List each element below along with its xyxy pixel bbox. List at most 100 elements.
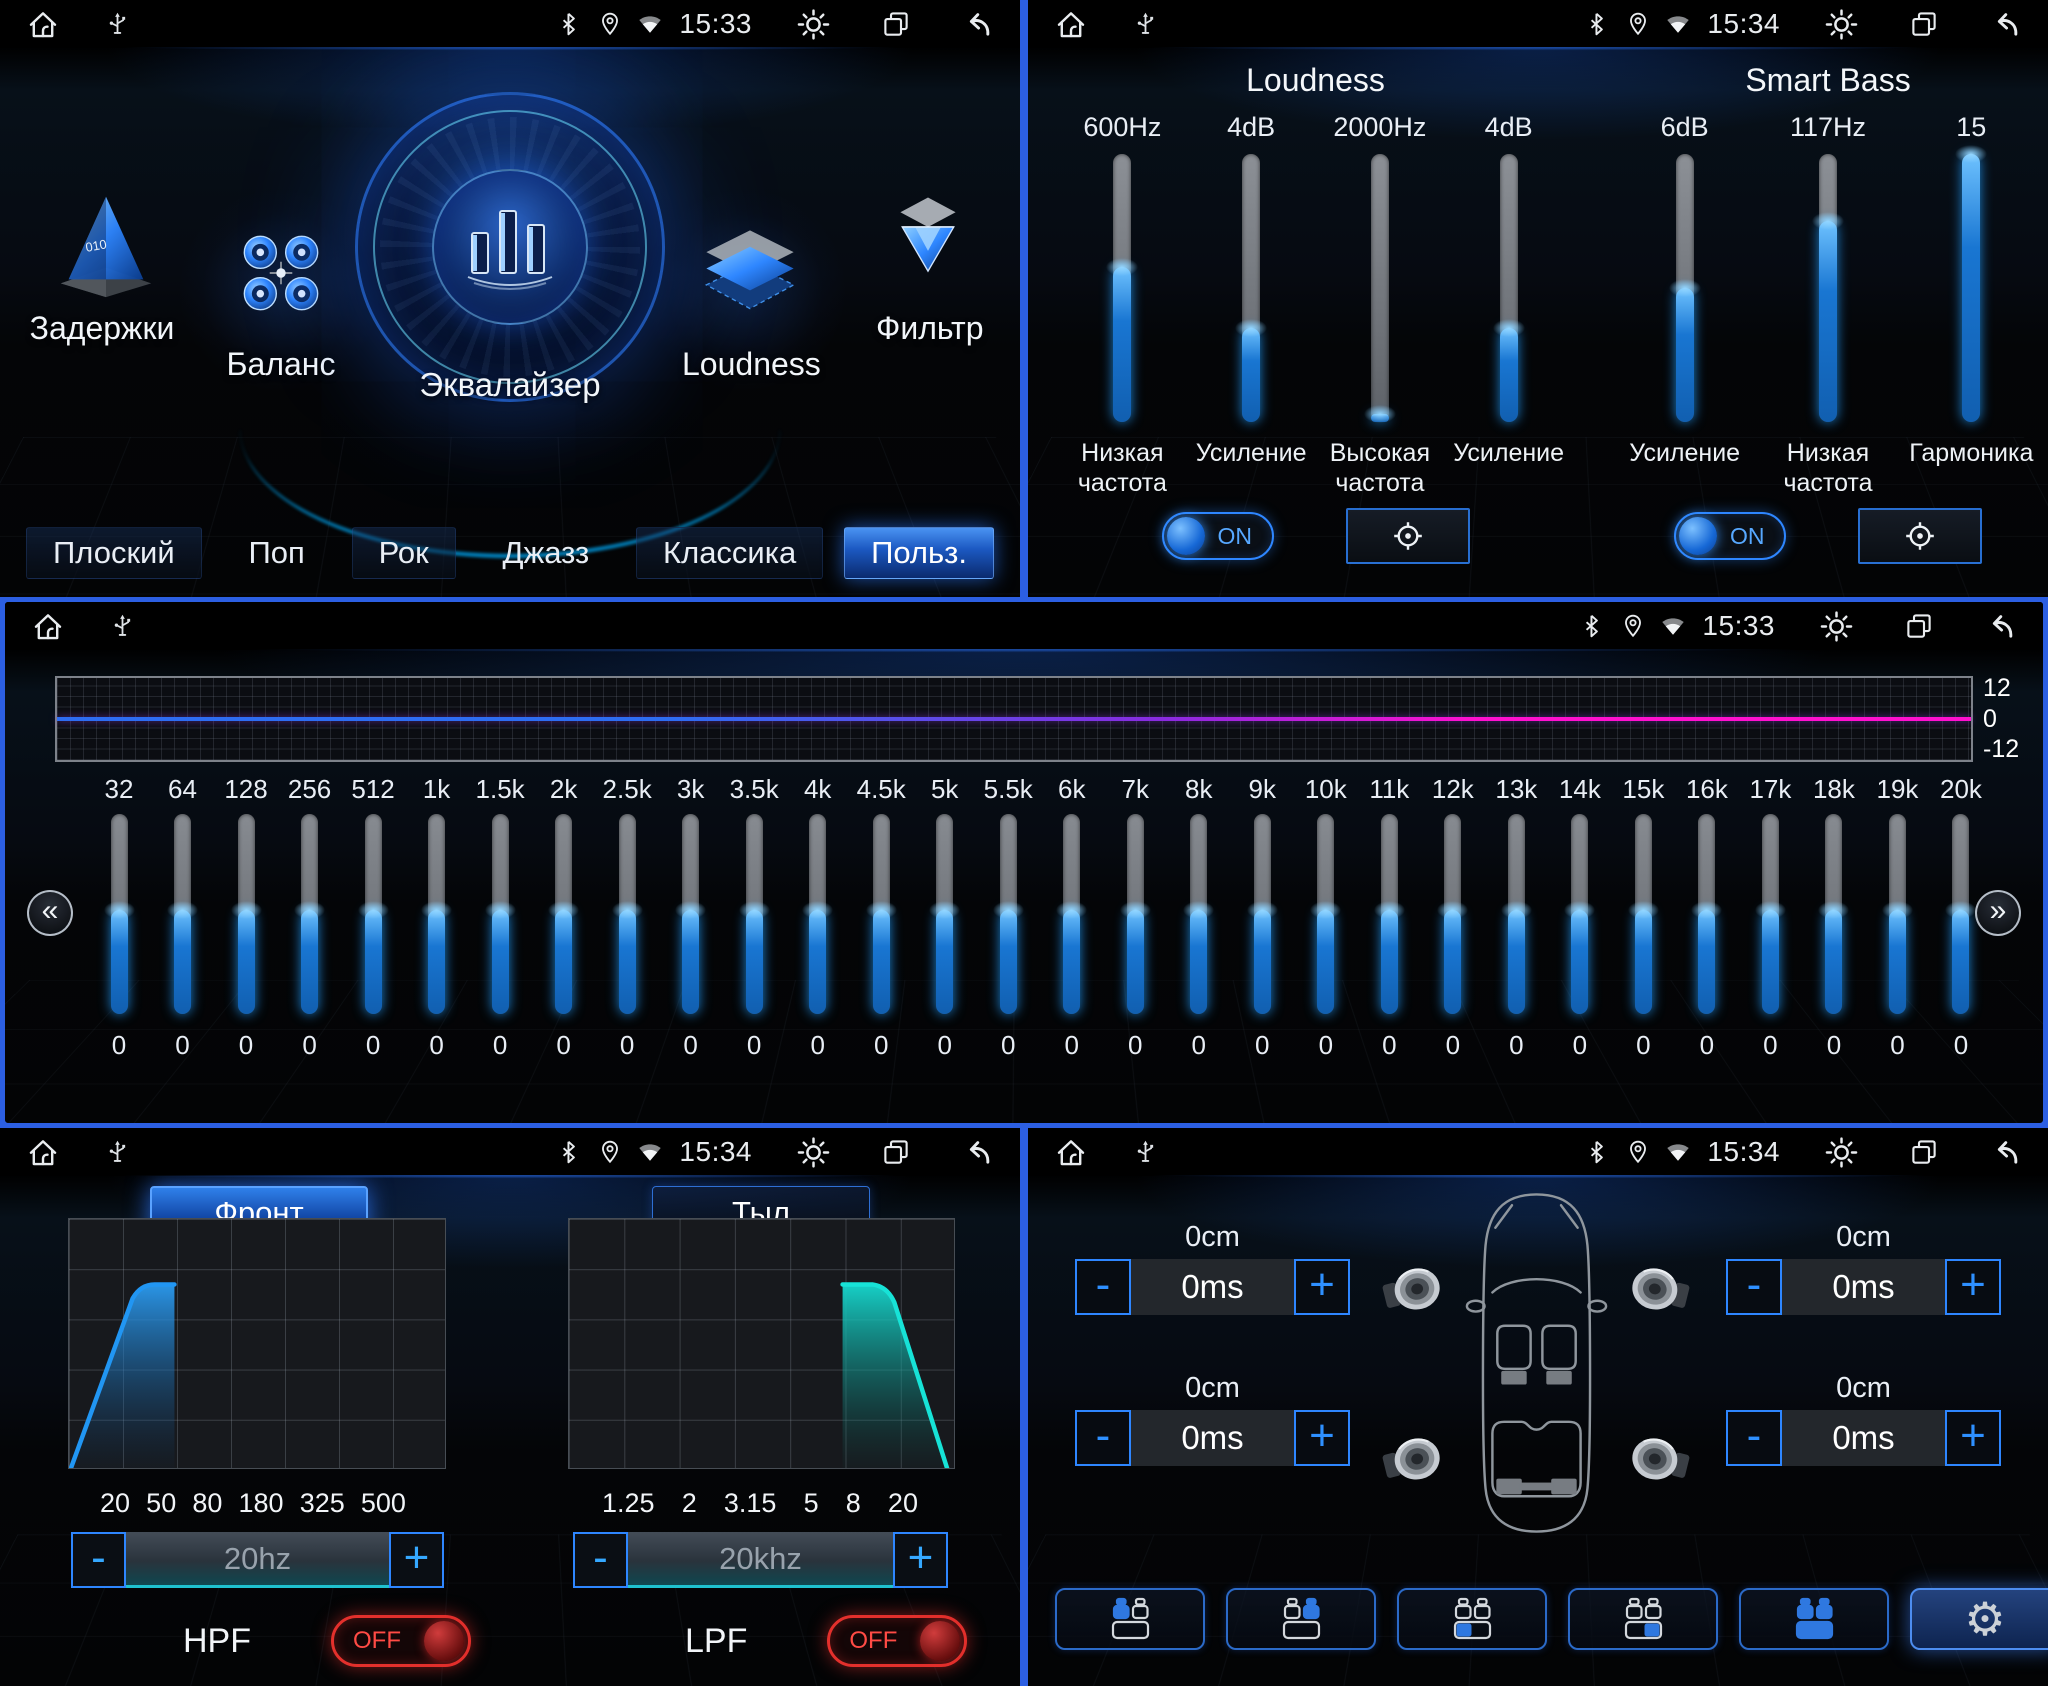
eq-band-17k[interactable]: 17k 0: [1750, 774, 1790, 1061]
hpf-plus-button[interactable]: +: [389, 1532, 444, 1588]
brightness-icon[interactable]: [796, 1135, 831, 1170]
menu-item-filter[interactable]: Фильтр: [876, 310, 980, 347]
balance-speakers-icon[interactable]: [234, 226, 328, 320]
home-icon[interactable]: [26, 1135, 60, 1169]
zone-rear-left-button[interactable]: [1397, 1588, 1547, 1650]
eq-band-1.5k[interactable]: 1.5k 0: [480, 774, 520, 1061]
vertical-slider[interactable]: 6dB Усиление: [1621, 112, 1749, 498]
eq-band-4.5k[interactable]: 4.5k 0: [861, 774, 901, 1061]
slider-track[interactable]: [1500, 154, 1518, 422]
band-track[interactable]: [1317, 814, 1334, 1014]
band-track[interactable]: [1635, 814, 1652, 1014]
slider-track[interactable]: [1962, 154, 1980, 422]
band-track[interactable]: [492, 814, 509, 1014]
eq-band-9k[interactable]: 9k 0: [1242, 774, 1282, 1061]
recent-apps-icon[interactable]: [881, 9, 911, 39]
delay-minus-button[interactable]: -: [1075, 1259, 1131, 1315]
band-track[interactable]: [746, 814, 763, 1014]
slider-track[interactable]: [1242, 154, 1260, 422]
slider-track[interactable]: [1819, 154, 1837, 422]
back-icon[interactable]: [1984, 610, 2017, 643]
loudness-on-toggle[interactable]: ON: [1162, 512, 1274, 560]
band-track[interactable]: [301, 814, 318, 1014]
delays-pyramid-icon[interactable]: 010: [47, 188, 165, 300]
lpf-off-toggle[interactable]: OFF: [827, 1615, 967, 1667]
eq-band-2.5k[interactable]: 2.5k 0: [607, 774, 647, 1061]
band-track[interactable]: [1381, 814, 1398, 1014]
band-track[interactable]: [1698, 814, 1715, 1014]
eq-band-10k[interactable]: 10k 0: [1306, 774, 1346, 1061]
band-track[interactable]: [1571, 814, 1588, 1014]
hpf-off-toggle[interactable]: OFF: [331, 1615, 471, 1667]
back-icon[interactable]: [961, 8, 994, 41]
back-icon[interactable]: [961, 1136, 994, 1169]
eq-band-11k[interactable]: 11k 0: [1369, 774, 1409, 1061]
vertical-slider[interactable]: 4dB Усиление: [1445, 112, 1573, 498]
band-track[interactable]: [1127, 814, 1144, 1014]
filter-gem-icon[interactable]: [882, 194, 974, 282]
eq-band-6k[interactable]: 6k 0: [1052, 774, 1092, 1061]
brightness-icon[interactable]: [1819, 609, 1854, 644]
home-icon[interactable]: [1054, 1135, 1088, 1169]
vertical-slider[interactable]: 117Hz Низкая частота: [1764, 112, 1892, 498]
eq-band-19k[interactable]: 19k 0: [1877, 774, 1917, 1061]
band-track[interactable]: [936, 814, 953, 1014]
band-track[interactable]: [365, 814, 382, 1014]
eq-band-5.5k[interactable]: 5.5k 0: [988, 774, 1028, 1061]
eq-band-7k[interactable]: 7k 0: [1115, 774, 1155, 1061]
eq-band-128[interactable]: 128 0: [226, 774, 266, 1061]
delay-minus-button[interactable]: -: [1726, 1410, 1782, 1466]
eq-band-8k[interactable]: 8k 0: [1179, 774, 1219, 1061]
lpf-plus-button[interactable]: +: [893, 1532, 948, 1588]
band-track[interactable]: [809, 814, 826, 1014]
band-track[interactable]: [873, 814, 890, 1014]
menu-item-balance[interactable]: Баланс: [216, 346, 346, 383]
slider-track[interactable]: [1371, 154, 1389, 422]
band-track[interactable]: [1952, 814, 1969, 1014]
lpf-minus-button[interactable]: -: [573, 1532, 628, 1588]
eq-band-13k[interactable]: 13k 0: [1496, 774, 1536, 1061]
preset-4[interactable]: Джазз: [477, 527, 616, 579]
brightness-icon[interactable]: [1824, 7, 1859, 42]
menu-item-delays[interactable]: Задержки: [22, 310, 182, 347]
eq-band-32[interactable]: 32 0: [99, 774, 139, 1061]
vertical-slider[interactable]: 4dB Усиление: [1187, 112, 1315, 498]
eq-band-16k[interactable]: 16k 0: [1687, 774, 1727, 1061]
eq-band-3k[interactable]: 3k 0: [671, 774, 711, 1061]
band-track[interactable]: [1889, 814, 1906, 1014]
band-track[interactable]: [1508, 814, 1525, 1014]
band-track[interactable]: [111, 814, 128, 1014]
eq-band-2k[interactable]: 2k 0: [544, 774, 584, 1061]
delay-minus-button[interactable]: -: [1075, 1410, 1131, 1466]
eq-band-256[interactable]: 256 0: [290, 774, 330, 1061]
loudness-reset-button[interactable]: [1346, 508, 1470, 564]
home-icon[interactable]: [31, 609, 65, 643]
band-track[interactable]: [1762, 814, 1779, 1014]
band-track[interactable]: [238, 814, 255, 1014]
eq-band-5k[interactable]: 5k 0: [925, 774, 965, 1061]
zone-front-right-button[interactable]: [1226, 1588, 1376, 1650]
eq-scroll-left-button[interactable]: «: [27, 890, 73, 936]
equalizer-menu-item[interactable]: [355, 92, 665, 402]
eq-band-14k[interactable]: 14k 0: [1560, 774, 1600, 1061]
eq-band-64[interactable]: 64 0: [163, 774, 203, 1061]
recent-apps-icon[interactable]: [1909, 9, 1939, 39]
preset-1[interactable]: Плоский: [26, 527, 202, 579]
vertical-slider[interactable]: 15 Гармоника: [1907, 112, 2035, 498]
smartbass-reset-button[interactable]: [1858, 508, 1982, 564]
band-track[interactable]: [555, 814, 572, 1014]
menu-item-loudness[interactable]: Loudness: [682, 346, 818, 383]
band-track[interactable]: [1825, 814, 1842, 1014]
recent-apps-icon[interactable]: [1904, 611, 1934, 641]
zone-all-button[interactable]: [1739, 1588, 1889, 1650]
band-track[interactable]: [174, 814, 191, 1014]
eq-band-12k[interactable]: 12k 0: [1433, 774, 1473, 1061]
recent-apps-icon[interactable]: [881, 1137, 911, 1167]
eq-scroll-right-button[interactable]: »: [1975, 890, 2021, 936]
eq-band-1k[interactable]: 1k 0: [417, 774, 457, 1061]
eq-band-4k[interactable]: 4k 0: [798, 774, 838, 1061]
band-track[interactable]: [682, 814, 699, 1014]
menu-item-equalizer[interactable]: Эквалайзер: [355, 366, 665, 404]
preset-6[interactable]: Польз.: [844, 527, 994, 579]
brightness-icon[interactable]: [1824, 1135, 1859, 1170]
